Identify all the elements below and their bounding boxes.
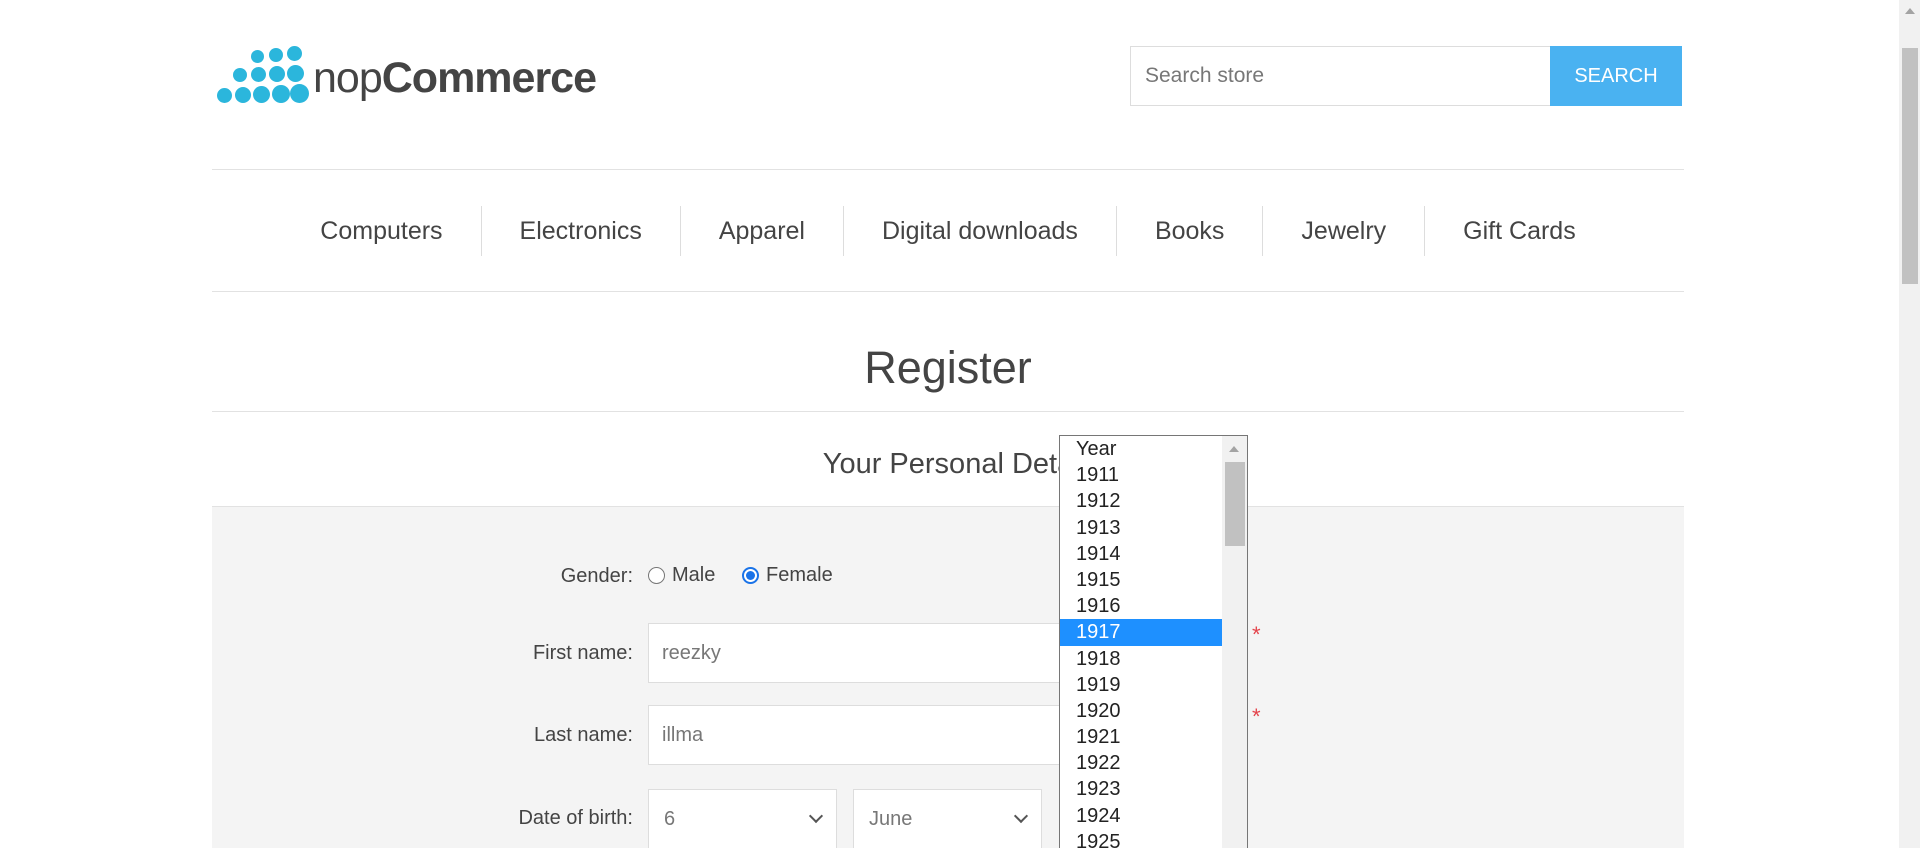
year-option[interactable]: 1924: [1060, 803, 1222, 829]
year-option[interactable]: 1920: [1060, 698, 1222, 724]
year-option[interactable]: Year: [1060, 436, 1222, 462]
scroll-up-arrow-icon[interactable]: [1229, 446, 1239, 452]
last-name-label: Last name:: [534, 724, 633, 746]
year-option[interactable]: 1922: [1060, 750, 1222, 776]
dob-label: Date of birth:: [518, 807, 633, 829]
dob-day-select[interactable]: 6: [648, 789, 837, 848]
first-name-value: reezky: [662, 641, 721, 664]
year-option-highlighted[interactable]: 1917: [1060, 619, 1222, 646]
scroll-up-arrow-icon[interactable]: [1905, 8, 1915, 14]
year-option[interactable]: 1919: [1060, 672, 1222, 698]
dob-day-value: 6: [664, 807, 676, 830]
dropdown-scrollbar[interactable]: [1222, 436, 1247, 848]
top-menu: Computers Electronics Apparel Digital do…: [212, 170, 1684, 292]
form-divider: [212, 506, 1684, 507]
dob-month-select[interactable]: June: [853, 789, 1042, 848]
logo-dots-icon: [217, 46, 309, 110]
logo-text: nopCommerce: [313, 53, 597, 103]
search-box: SEARCH: [1130, 46, 1682, 106]
nav-item-electronics[interactable]: Electronics: [480, 206, 680, 256]
page-scrollbar-thumb[interactable]: [1902, 48, 1918, 284]
last-name-required-mark: *: [1252, 704, 1261, 729]
year-option[interactable]: 1923: [1060, 776, 1222, 802]
nav-item-apparel[interactable]: Apparel: [679, 206, 843, 256]
page-scrollbar[interactable]: [1899, 0, 1920, 848]
gender-female-option[interactable]: Female: [742, 564, 833, 587]
year-option[interactable]: 1912: [1060, 488, 1222, 514]
nav-divider: [212, 291, 1684, 292]
female-radio-label[interactable]: Female: [766, 564, 833, 587]
nav-item-computers[interactable]: Computers: [282, 206, 480, 256]
page-title: Register: [864, 342, 1032, 393]
store-logo[interactable]: nopCommerce: [217, 46, 597, 110]
logo-text-bold: Commerce: [381, 53, 597, 102]
year-option[interactable]: 1915: [1060, 567, 1222, 593]
dob-month-value: June: [869, 807, 913, 830]
nav-item-gift-cards[interactable]: Gift Cards: [1424, 206, 1614, 256]
year-option[interactable]: 1914: [1060, 541, 1222, 567]
year-option[interactable]: 1925: [1060, 829, 1222, 848]
year-option[interactable]: 1918: [1060, 646, 1222, 672]
year-option[interactable]: 1911: [1060, 462, 1222, 488]
search-input[interactable]: [1130, 46, 1550, 106]
male-radio[interactable]: [648, 567, 665, 584]
year-option[interactable]: 1913: [1060, 515, 1222, 541]
nav-item-books[interactable]: Books: [1115, 206, 1262, 256]
logo-text-light: nop: [313, 53, 383, 102]
dropdown-scrollbar-thumb[interactable]: [1225, 462, 1245, 546]
gender-male-option[interactable]: Male: [648, 564, 715, 587]
year-option[interactable]: 1916: [1060, 593, 1222, 619]
year-option[interactable]: 1921: [1060, 724, 1222, 750]
first-name-label: First name:: [532, 642, 633, 664]
dob-year-dropdown-list[interactable]: Year 1911 1912 1913 1914 1915 1916 1917 …: [1059, 435, 1248, 848]
chevron-down-icon: [1013, 808, 1029, 824]
first-name-required-mark: *: [1252, 622, 1261, 647]
chevron-down-icon: [808, 808, 824, 824]
last-name-value: illma: [662, 723, 704, 746]
search-button[interactable]: SEARCH: [1550, 46, 1682, 106]
first-name-field[interactable]: reezky: [648, 623, 1068, 683]
male-radio-label[interactable]: Male: [672, 564, 715, 587]
section-title: Your Personal Deta: [822, 448, 1074, 480]
female-radio[interactable]: [742, 567, 759, 584]
gender-label: Gender:: [560, 565, 633, 587]
nav-item-digital-downloads[interactable]: Digital downloads: [842, 206, 1116, 256]
nav-item-jewelry[interactable]: Jewelry: [1262, 206, 1424, 256]
title-divider: [212, 411, 1684, 412]
last-name-field[interactable]: illma: [648, 705, 1068, 765]
